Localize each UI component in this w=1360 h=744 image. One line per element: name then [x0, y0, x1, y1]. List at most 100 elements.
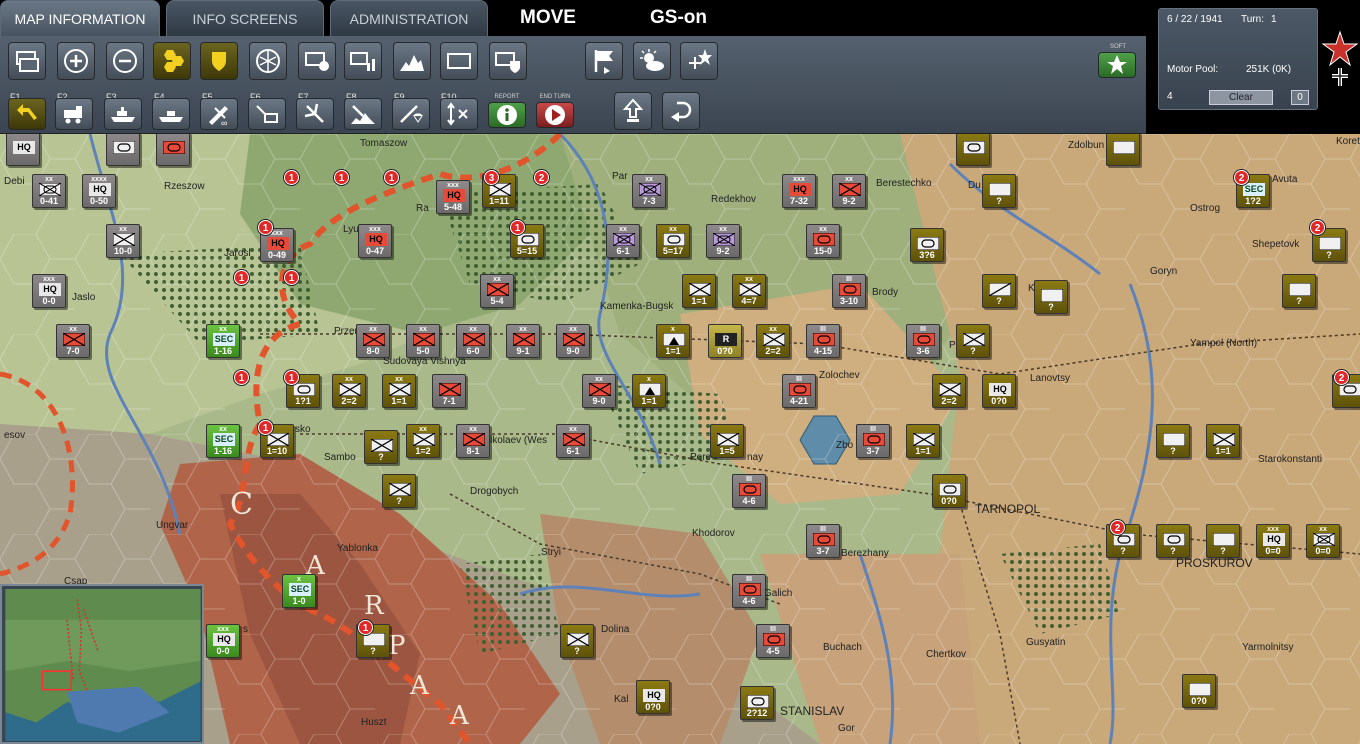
unit-counter[interactable]: R 0?0: [708, 324, 742, 358]
unit-counter[interactable]: xx 6-1: [606, 224, 640, 258]
end-turn-button[interactable]: [536, 102, 574, 128]
unit-counter[interactable]: xx 9-0: [556, 324, 590, 358]
unit-counter[interactable]: III 3-7: [856, 424, 890, 458]
unit-counter[interactable]: [156, 134, 190, 166]
unit-counter[interactable]: xx 2=2: [756, 324, 790, 358]
tab-map-information[interactable]: MAP INFORMATION: [0, 0, 160, 36]
unit-counter[interactable]: xxx HQ 7-32: [782, 174, 816, 208]
zoom-out-button[interactable]: [106, 42, 144, 80]
unit-counter[interactable]: xx 5-4: [480, 274, 514, 308]
unit-counter[interactable]: III 4-5: [756, 624, 790, 658]
unit-counter[interactable]: xx 9-2: [706, 224, 740, 258]
unit-counter[interactable]: xx 7-3: [632, 174, 666, 208]
unit-counter[interactable]: III 3-10: [832, 274, 866, 308]
unit-counter[interactable]: xx SEC 1-16: [206, 324, 240, 358]
unit-counter[interactable]: 3?6: [910, 228, 944, 262]
unit-counter[interactable]: xx 9-2: [832, 174, 866, 208]
supply-net-button[interactable]: [249, 42, 287, 80]
counter-shield-button[interactable]: [489, 42, 527, 80]
unit-bars-button[interactable]: [344, 42, 382, 80]
unit-counter[interactable]: ?: [1156, 424, 1190, 458]
unit-counter[interactable]: xx 0=0: [1306, 524, 1340, 558]
unit-counter[interactable]: xx SEC 1-16: [206, 424, 240, 458]
unit-counter[interactable]: xx 9-1: [506, 324, 540, 358]
unit-counter[interactable]: xx 15-0: [806, 224, 840, 258]
unit-counter[interactable]: xx 8-1: [456, 424, 490, 458]
small-toggle-box[interactable]: 0: [1291, 90, 1309, 105]
hex-overlay-button[interactable]: [153, 42, 191, 80]
f7-air-mission-button[interactable]: [296, 98, 334, 130]
unit-counter[interactable]: HQ 0?0: [982, 374, 1016, 408]
report-button[interactable]: [488, 102, 526, 128]
unit-counter[interactable]: 0?0: [932, 474, 966, 508]
airbase-button[interactable]: [680, 42, 718, 80]
unit-counter[interactable]: [956, 134, 990, 166]
shield-filter-button[interactable]: [200, 42, 238, 80]
tab-info-screens[interactable]: INFO SCREENS: [166, 0, 324, 36]
unit-counter[interactable]: 1=5: [710, 424, 744, 458]
unit-counter[interactable]: III 3-7: [806, 524, 840, 558]
unit-counter[interactable]: xx 6-0: [456, 324, 490, 358]
f8-ground-attack-button[interactable]: [344, 98, 382, 130]
unit-counter[interactable]: x 1=1: [632, 374, 666, 408]
unit-counter[interactable]: HQ 0?0: [636, 680, 670, 714]
objectives-button[interactable]: [585, 42, 623, 80]
f9-airborne-button[interactable]: [392, 98, 430, 130]
unit-counter[interactable]: xx 9-0: [582, 374, 616, 408]
zoom-in-button[interactable]: [57, 42, 95, 80]
unit-counter[interactable]: xx 8-0: [356, 324, 390, 358]
f1-ground-move-button[interactable]: [8, 98, 46, 130]
unit-counter[interactable]: xx 2=2: [332, 374, 366, 408]
upload-button[interactable]: [614, 92, 652, 130]
unit-counter[interactable]: xx 1=2: [406, 424, 440, 458]
unit-counter[interactable]: 1=1: [682, 274, 716, 308]
f4-amphibious-button[interactable]: [152, 98, 190, 130]
unit-counter[interactable]: xxxx HQ 0-50: [82, 174, 116, 208]
unit-counter[interactable]: xxx HQ 5-48: [436, 180, 470, 214]
unit-counter[interactable]: 1=1: [1206, 424, 1240, 458]
unit-counter[interactable]: xx 6-1: [556, 424, 590, 458]
undo-button[interactable]: [662, 92, 700, 130]
blank-counter-button[interactable]: [440, 42, 478, 80]
unit-counter[interactable]: xx 5-0: [406, 324, 440, 358]
unit-counter[interactable]: III 3-6: [906, 324, 940, 358]
unit-counter[interactable]: xxx HQ 0-0: [206, 624, 240, 658]
unit-counter[interactable]: III 4-15: [806, 324, 840, 358]
unit-counter[interactable]: [1106, 134, 1140, 166]
unit-counter[interactable]: xx 4=7: [732, 274, 766, 308]
unit-counter[interactable]: 1=1: [906, 424, 940, 458]
f10-recon-button[interactable]: [440, 98, 478, 130]
unit-counter[interactable]: ?: [1034, 280, 1068, 314]
unit-counter[interactable]: xx 7-0: [56, 324, 90, 358]
terrain-button[interactable]: [393, 42, 431, 80]
unit-counter[interactable]: III 4-21: [782, 374, 816, 408]
weather-button[interactable]: [633, 42, 671, 80]
minimap[interactable]: [0, 584, 204, 744]
unit-counter[interactable]: ?: [364, 430, 398, 464]
unit-counter[interactable]: x SEC 1-0: [282, 574, 316, 608]
unit-counter[interactable]: x 1=1: [656, 324, 690, 358]
unit-counter[interactable]: 7-1: [432, 374, 466, 408]
unit-counter[interactable]: ?: [382, 474, 416, 508]
unit-counter[interactable]: 2?12: [740, 686, 774, 720]
f6-airbase-button[interactable]: [248, 98, 286, 130]
unit-counter[interactable]: 0?0: [1182, 674, 1216, 708]
clear-button[interactable]: Clear: [1209, 90, 1273, 105]
soft-factor-button[interactable]: [1098, 52, 1136, 78]
unit-counter[interactable]: ?: [1206, 524, 1240, 558]
unit-counter[interactable]: ?: [1156, 524, 1190, 558]
unit-display-button[interactable]: [298, 42, 336, 80]
hex-map[interactable]: C A R P A A Tomaszow Debi Rzeszow Ra Par Rede…: [0, 134, 1360, 744]
unit-counter[interactable]: xx 10-0: [106, 224, 140, 258]
unit-counter[interactable]: xxx HQ 0-0: [32, 274, 66, 308]
f2-rail-button[interactable]: [55, 98, 93, 130]
unit-counter[interactable]: III 4-6: [732, 574, 766, 608]
unit-counter[interactable]: ?: [1282, 274, 1316, 308]
unit-counter[interactable]: HQ: [6, 134, 40, 166]
unit-counter[interactable]: ?: [560, 624, 594, 658]
unit-counter[interactable]: xxx HQ 0-47: [358, 224, 392, 258]
stack-toggle-button[interactable]: [8, 42, 46, 80]
unit-counter[interactable]: ?: [982, 174, 1016, 208]
tab-administration[interactable]: ADMINISTRATION: [330, 0, 488, 36]
f3-naval-transport-button[interactable]: [104, 98, 142, 130]
